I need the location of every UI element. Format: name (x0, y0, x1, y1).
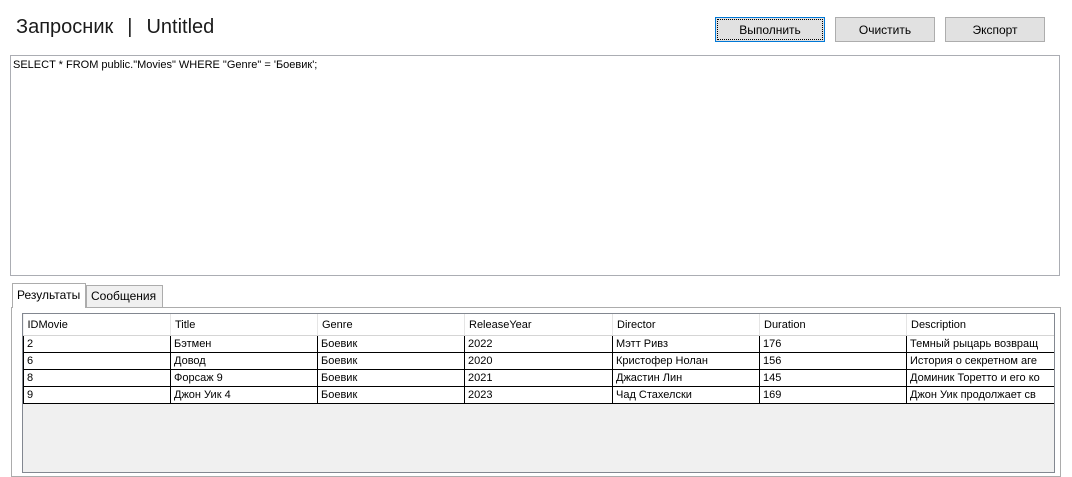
table-cell[interactable]: Кристофер Нолан (612, 352, 760, 370)
table-cell[interactable]: 2022 (464, 335, 613, 353)
table-cell[interactable]: Боевик (317, 369, 465, 387)
column-header-title[interactable]: Title (170, 314, 318, 336)
results-panel: IDMovie Title Genre ReleaseYear Director… (11, 307, 1061, 477)
table-row[interactable]: 9 Джон Уик 4 Боевик 2023 Чад Стахелски 1… (23, 386, 1054, 404)
table-cell[interactable]: История о секретном аге (906, 352, 1054, 370)
table-cell[interactable]: Боевик (317, 386, 465, 404)
table-cell[interactable]: Джон Уик 4 (170, 386, 318, 404)
table-cell[interactable]: 2020 (464, 352, 613, 370)
table-cell[interactable]: Доминик Торетто и его ко (906, 369, 1054, 387)
column-header-releaseyear[interactable]: ReleaseYear (464, 314, 613, 336)
table-row[interactable]: 2 Бэтмен Боевик 2022 Мэтт Ривз 176 Темны… (23, 335, 1054, 353)
query-editor[interactable]: SELECT * FROM public."Movies" WHERE "Gen… (10, 55, 1060, 276)
results-grid[interactable]: IDMovie Title Genre ReleaseYear Director… (22, 313, 1055, 473)
table-cell[interactable]: Форсаж 9 (170, 369, 318, 387)
table-cell[interactable]: 6 (23, 352, 171, 370)
column-header-description[interactable]: Description (906, 314, 1054, 336)
column-header-idmovie[interactable]: IDMovie (23, 314, 171, 336)
table-cell[interactable]: 2021 (464, 369, 613, 387)
title-separator: | (127, 16, 133, 38)
table-cell[interactable]: Боевик (317, 352, 465, 370)
app-name: Запросник (16, 16, 114, 38)
table-cell[interactable]: 2 (23, 335, 171, 353)
table-cell[interactable]: 169 (759, 386, 907, 404)
table-row[interactable]: 8 Форсаж 9 Боевик 2021 Джастин Лин 145 Д… (23, 369, 1054, 387)
tab-results[interactable]: Результаты (12, 283, 86, 308)
table-row[interactable]: 6 Довод Боевик 2020 Кристофер Нолан 156 … (23, 352, 1054, 370)
table-cell[interactable]: 156 (759, 352, 907, 370)
column-header-genre[interactable]: Genre (317, 314, 465, 336)
header-row: IDMovie Title Genre ReleaseYear Director… (23, 314, 1054, 336)
window-title: Запросник | Untitled (16, 16, 214, 39)
tab-messages[interactable]: Сообщения (86, 285, 163, 307)
table-cell[interactable]: 8 (23, 369, 171, 387)
table-cell[interactable]: Боевик (317, 335, 465, 353)
table-cell[interactable]: 176 (759, 335, 907, 353)
table-cell[interactable]: Мэтт Ривз (612, 335, 760, 353)
table-cell[interactable]: 145 (759, 369, 907, 387)
document-name: Untitled (146, 16, 215, 38)
column-header-duration[interactable]: Duration (759, 314, 907, 336)
table-cell[interactable]: Джастин Лин (612, 369, 760, 387)
run-button[interactable]: Выполнить (715, 17, 825, 42)
table-cell[interactable]: Темный рыцарь возвращ (906, 335, 1054, 353)
column-header-director[interactable]: Director (612, 314, 760, 336)
table-cell[interactable]: Джон Уик продолжает св (906, 386, 1054, 404)
results-table: IDMovie Title Genre ReleaseYear Director… (23, 314, 1054, 404)
export-button[interactable]: Экспорт (945, 17, 1045, 42)
table-cell[interactable]: Бэтмен (170, 335, 318, 353)
table-cell[interactable]: Чад Стахелски (612, 386, 760, 404)
clear-button[interactable]: Очистить (835, 17, 935, 42)
table-cell[interactable]: 9 (23, 386, 171, 404)
table-cell[interactable]: 2023 (464, 386, 613, 404)
table-cell[interactable]: Довод (170, 352, 318, 370)
